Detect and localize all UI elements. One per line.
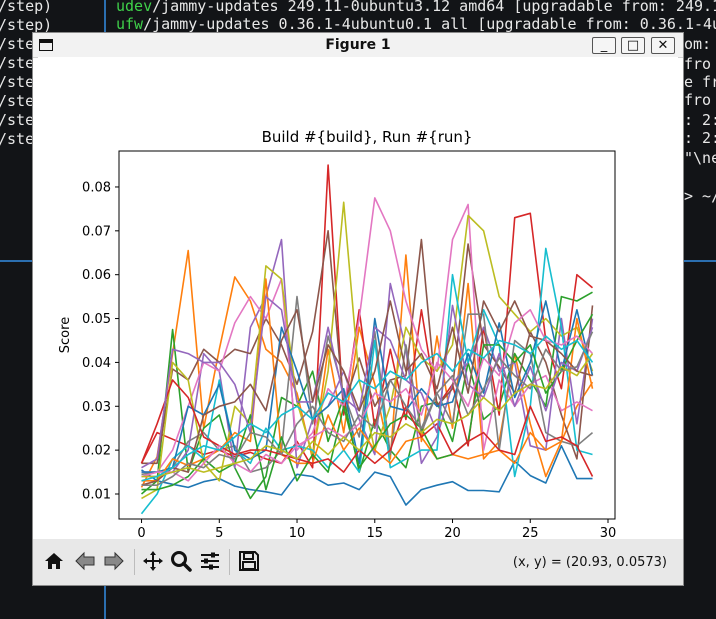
terminal-line: /step) (0, 0, 53, 15)
x-tick-label: 10 (289, 526, 306, 539)
y-tick-label: 0.06 (82, 268, 111, 283)
terminal-line: /step) (0, 16, 53, 34)
configure-subplots-button[interactable] (195, 547, 225, 575)
line-chart: 0 5 10 15 20 25 30 0.01 0.02 0.03 0.04 0.05 0.06 0.07… (58, 128, 617, 561)
figure-window: Figure 1 _ □ ✕ 0 5 10 15 20 25 30 0.01 0.02 0.03 0… (33, 33, 683, 585)
configure-subplots-icon (201, 552, 219, 570)
toolbar-separator (229, 549, 230, 575)
chart-title: Build #{build}, Run #{run} (262, 128, 473, 146)
zoom-button[interactable] (166, 547, 196, 575)
terminal-line: ufw/jammy-updates 0.36.1-4ubuntu0.1 all … (116, 15, 716, 33)
maximize-button[interactable]: □ (621, 37, 645, 54)
navigation-toolbar: (x, y) = (20.93, 0.0573) (33, 539, 683, 585)
y-tick-label: 0.01 (82, 487, 111, 502)
y-tick-label: 0.07 (82, 224, 111, 239)
minimize-icon: _ (600, 38, 608, 53)
series-line (141, 444, 593, 506)
terminal-line: udev/jammy-updates 249.11-0ubuntu3.12 am… (116, 0, 716, 15)
pan-icon (143, 551, 163, 571)
terminal-line: e fr (684, 73, 716, 91)
x-tick-label: 25 (522, 526, 539, 539)
terminal-pane-divider-lower (104, 585, 106, 619)
forward-button[interactable] (99, 547, 129, 575)
terminal-line: "\ne (684, 149, 716, 167)
terminal-pane-divider-horizontal (0, 260, 33, 262)
close-icon: ✕ (657, 38, 669, 53)
y-axis-label: Score (58, 317, 73, 353)
save-icon (239, 551, 259, 571)
terminal-line: om: (684, 35, 712, 53)
terminal-pane-divider-horizontal-right (683, 260, 716, 262)
terminal-line: : 2: (684, 111, 716, 129)
home-icon (45, 553, 63, 569)
package-name: udev (116, 0, 153, 15)
y-tick-label: 0.04 (82, 356, 111, 371)
save-button[interactable] (234, 547, 264, 575)
y-tick-label: 0.05 (82, 312, 111, 327)
terminal-line: > ~/ (684, 187, 716, 205)
home-button[interactable] (39, 547, 69, 575)
figure-canvas[interactable]: 0 5 10 15 20 25 30 0.01 0.02 0.03 0.04 0.05 0.06 0.07… (38, 57, 678, 561)
close-button[interactable]: ✕ (651, 37, 675, 54)
y-tick-label: 0.08 (82, 180, 111, 195)
minimize-button[interactable]: _ (592, 37, 616, 54)
x-tick-label: 20 (444, 526, 461, 539)
y-tick-label: 0.02 (82, 444, 111, 459)
x-tick-label: 30 (600, 526, 617, 539)
toolbar-separator (134, 549, 135, 575)
terminal-line: fro (684, 55, 712, 73)
maximize-icon: □ (626, 38, 640, 53)
package-name: ufw (116, 15, 144, 33)
terminal-line: fro (684, 91, 712, 109)
window-titlebar[interactable]: Figure 1 _ □ ✕ (33, 33, 683, 58)
forward-arrow-icon (104, 551, 124, 571)
pan-button[interactable] (138, 547, 168, 575)
cursor-coordinates: (x, y) = (20.93, 0.0573) (512, 555, 667, 570)
x-tick-label: 5 (215, 526, 223, 539)
x-tick-label: 15 (367, 526, 384, 539)
y-tick-label: 0.03 (82, 400, 111, 415)
back-button[interactable] (70, 547, 100, 575)
back-arrow-icon (75, 551, 95, 571)
zoom-icon (171, 551, 192, 572)
x-tick-label: 0 (137, 526, 145, 539)
terminal-line: : 2: (684, 129, 716, 147)
window-title: Figure 1 (325, 37, 391, 53)
